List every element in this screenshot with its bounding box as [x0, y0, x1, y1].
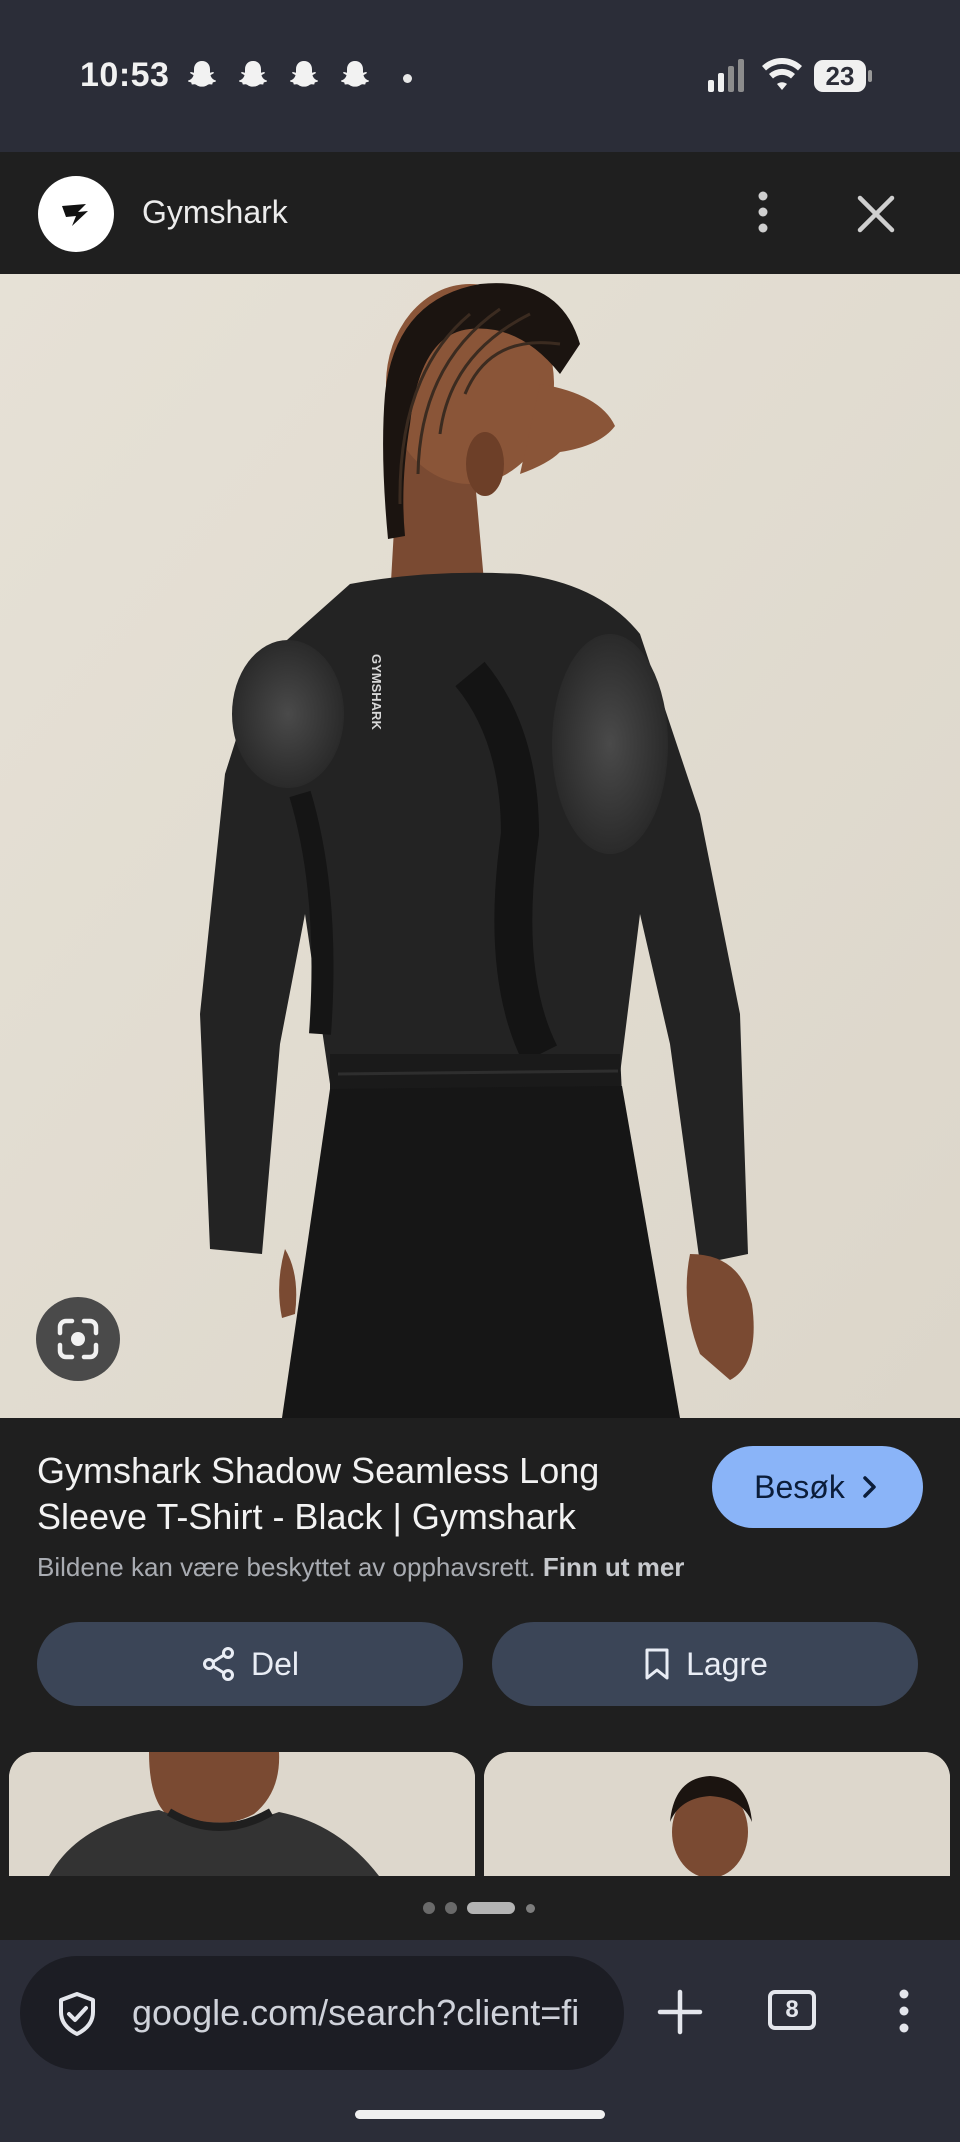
share-icon: [202, 1647, 234, 1681]
snapchat-icon: [290, 61, 318, 87]
snapchat-icon: [188, 61, 216, 87]
page-dot-active: [467, 1902, 515, 1914]
chevron-right-icon: [863, 1476, 876, 1498]
status-bar: 10:53 23: [0, 0, 960, 152]
copyright-text: Bildene kan være beskyttet av opphavsret…: [37, 1552, 536, 1582]
related-photo-1: [9, 1752, 475, 1876]
close-icon[interactable]: [852, 190, 900, 238]
battery-tip: [868, 70, 872, 82]
google-lens-button[interactable]: [36, 1297, 120, 1381]
snapchat-icon: [239, 61, 267, 87]
signal-icon: [708, 59, 744, 92]
gymshark-logo-icon: [62, 204, 88, 226]
product-image[interactable]: GYMSHARK: [0, 274, 960, 1418]
bookmark-icon: [645, 1648, 669, 1680]
shirt-logo-text: GYMSHARK: [369, 654, 384, 730]
learn-more-link[interactable]: Finn ut mer: [543, 1552, 685, 1582]
status-time: 10:53: [80, 56, 170, 94]
snapchat-icon: [341, 61, 369, 87]
share-button[interactable]: Del: [37, 1622, 463, 1706]
related-image-1[interactable]: [9, 1752, 475, 1876]
lens-header: Gymshark: [0, 152, 960, 274]
more-vert-icon[interactable]: [748, 188, 778, 236]
page-dot: [526, 1904, 535, 1913]
related-photo-2: [484, 1752, 950, 1876]
address-bar[interactable]: google.com/search?client=fi: [20, 1956, 624, 2070]
lens-icon: [57, 1318, 99, 1360]
save-button-label: Lagre: [686, 1645, 768, 1682]
page-dot: [423, 1902, 435, 1914]
site-name[interactable]: Gymshark: [142, 194, 288, 231]
url-text[interactable]: google.com/search?client=fi: [132, 1992, 622, 2034]
tab-switcher-button[interactable]: 8: [768, 1990, 816, 2030]
battery-indicator: 23: [814, 60, 872, 92]
visit-button[interactable]: Besøk: [712, 1446, 923, 1528]
tab-count: 8: [785, 1996, 799, 2023]
shield-check-icon[interactable]: [54, 1990, 100, 2038]
new-tab-icon[interactable]: [656, 1988, 704, 2036]
page-dot: [445, 1902, 457, 1914]
share-button-label: Del: [250, 1645, 299, 1682]
product-photo: GYMSHARK: [0, 274, 960, 1418]
copyright-notice: Bildene kan være beskyttet av opphavsret…: [37, 1552, 684, 1583]
save-button[interactable]: Lagre: [492, 1622, 918, 1706]
product-title[interactable]: Gymshark Shadow Seamless Long Sleeve T-S…: [37, 1448, 677, 1540]
home-indicator[interactable]: [355, 2110, 605, 2119]
gymshark-logo[interactable]: [38, 176, 114, 252]
browser-menu-icon[interactable]: [888, 1986, 920, 2036]
visit-button-label: Besøk: [754, 1468, 845, 1505]
more-notifications-dot: [403, 74, 412, 83]
battery-level: 23: [825, 61, 855, 91]
wifi-icon: [762, 58, 802, 90]
page-indicator: [0, 1876, 960, 1940]
related-image-2[interactable]: [484, 1752, 950, 1876]
